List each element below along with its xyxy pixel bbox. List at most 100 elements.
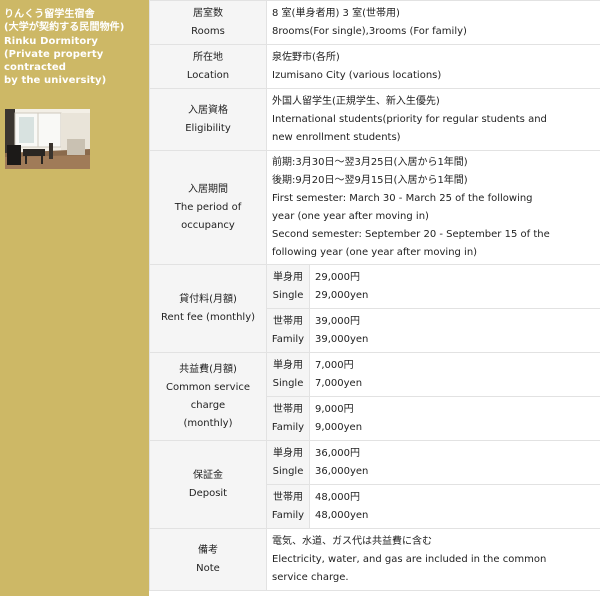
value-ja: 7,000円	[315, 359, 354, 371]
value-en: 39,000yen	[315, 333, 369, 345]
title-line: (大学が契約する民間物件)	[4, 22, 125, 34]
value-line: year (one year after moving in)	[272, 210, 429, 222]
title-line: by the university)	[4, 75, 107, 87]
common-family-type: 世帯用 Family	[266, 396, 310, 441]
row-rent-single: 貸付料(月額) Rent fee (monthly) 単身用 Single 29…	[149, 264, 600, 353]
type-ja: 世帯用	[273, 315, 303, 327]
value-line: 電気、水道、ガス代は共益費に含む	[272, 535, 432, 547]
value-line: service charge.	[272, 571, 349, 583]
room-photo-illustration	[5, 109, 90, 169]
value-line: following year (one year after moving in…	[272, 246, 478, 258]
deposit-family-value: 48,000円 48,000yen	[308, 484, 600, 529]
value-en: 36,000yen	[315, 465, 369, 477]
value-line: 外国人留学生(正規学生、新入生優先)	[272, 95, 440, 107]
value-en: 48,000yen	[315, 509, 369, 521]
note-label-ja: 備考	[198, 544, 218, 556]
value-en: 29,000yen	[315, 289, 369, 301]
value-line: International students(priority for regu…	[272, 113, 547, 125]
type-ja: 単身用	[273, 447, 303, 459]
common-family-value: 9,000円 9,000yen	[308, 396, 600, 441]
deposit-label-en: Deposit	[188, 487, 228, 499]
note-value: 電気、水道、ガス代は共益費に含む Electricity, water, and…	[265, 528, 600, 591]
value-line: 前期:3月30日〜翌3月25日(入居から1年間)	[272, 156, 468, 168]
deposit-single-value: 36,000円 36,000yen	[308, 440, 600, 485]
common-label-en: charge	[190, 399, 226, 411]
type-en: Single	[272, 465, 304, 477]
common-single-value: 7,000円 7,000yen	[308, 352, 600, 397]
type-en: Family	[271, 421, 305, 433]
row-eligibility: 入居資格 Eligibility 外国人留学生(正規学生、新入生優先) Inte…	[149, 88, 600, 151]
value-ja: 48,000円	[315, 491, 360, 503]
type-en: Family	[271, 509, 305, 521]
period-label-ja: 入居期間	[188, 183, 228, 195]
value-ja: 36,000円	[315, 447, 360, 459]
rooms-value: 8 室(単身者用) 3 室(世帯用) 8rooms(For single),3r…	[265, 0, 600, 45]
type-en: Family	[271, 333, 305, 345]
deposit-single-type: 単身用 Single	[266, 440, 310, 485]
value-line: 8 室(単身者用) 3 室(世帯用)	[272, 7, 400, 19]
eligibility-value: 外国人留学生(正規学生、新入生優先) International student…	[265, 88, 600, 151]
type-ja: 世帯用	[273, 403, 303, 415]
deposit-label-ja: 保証金	[193, 469, 223, 481]
title-line: contracted	[4, 62, 67, 74]
eligibility-label-en: Eligibility	[185, 122, 231, 134]
row-period: 入居期間 The period of occupancy 前期:3月30日〜翌3…	[149, 150, 600, 265]
location-label: 所在地 Location	[149, 44, 267, 89]
sidebar: りんくう留学生宿舎 (大学が契約する民間物件) Rinku Dormitory …	[0, 0, 149, 596]
value-line: 泉佐野市(各所)	[272, 51, 340, 63]
common-label-en: Common service	[165, 381, 251, 393]
note-label-en: Note	[196, 562, 220, 574]
value-ja: 9,000円	[315, 403, 354, 415]
rooms-label-ja: 居室数	[193, 7, 223, 19]
period-value: 前期:3月30日〜翌3月25日(入居から1年間) 後期:9月20日〜翌9月15日…	[265, 150, 600, 265]
note-label: 備考 Note	[149, 528, 267, 591]
title-line: Rinku Dormitory	[4, 35, 99, 47]
eligibility-label: 入居資格 Eligibility	[149, 88, 267, 151]
location-label-en: Location	[186, 69, 230, 81]
page: りんくう留学生宿舎 (大学が契約する民間物件) Rinku Dormitory …	[0, 0, 600, 596]
type-ja: 単身用	[273, 359, 303, 371]
rent-family-type: 世帯用 Family	[266, 308, 310, 353]
rooms-label-en: Rooms	[191, 25, 225, 37]
common-label: 共益費(月額) Common service charge (monthly)	[149, 352, 267, 441]
row-deposit-single: 保証金 Deposit 単身用 Single 36,000円 36,000yen	[149, 440, 600, 529]
type-en: Single	[272, 377, 304, 389]
rent-label: 貸付料(月額) Rent fee (monthly)	[149, 264, 267, 353]
value-en: 9,000yen	[315, 421, 363, 433]
value-line: Izumisano City (various locations)	[272, 69, 442, 81]
title-line: りんくう留学生宿舎	[4, 9, 95, 20]
value-ja: 39,000円	[315, 315, 360, 327]
rent-single-type: 単身用 Single	[266, 264, 310, 309]
common-label-ja: 共益費(月額)	[179, 363, 237, 375]
deposit-family-type: 世帯用 Family	[266, 484, 310, 529]
row-location: 所在地 Location 泉佐野市(各所) Izumisano City (va…	[149, 44, 600, 89]
dormitory-title: りんくう留学生宿舎 (大学が契約する民間物件) Rinku Dormitory …	[4, 8, 146, 88]
title-line: (Private property	[4, 48, 104, 60]
type-ja: 世帯用	[273, 491, 303, 503]
deposit-label: 保証金 Deposit	[149, 440, 267, 529]
value-line: Second semester: September 20 - Septembe…	[272, 228, 550, 240]
period-label-en: The period of occupancy	[174, 201, 242, 231]
value-en: 7,000yen	[315, 377, 363, 389]
dormitory-room-photo	[5, 109, 90, 169]
value-ja: 29,000円	[315, 271, 360, 283]
eligibility-label-ja: 入居資格	[188, 104, 228, 116]
rent-family-value: 39,000円 39,000yen	[308, 308, 600, 353]
value-line: Electricity, water, and gas are included…	[272, 553, 547, 565]
location-value: 泉佐野市(各所) Izumisano City (various locatio…	[265, 44, 600, 89]
row-rooms: 居室数 Rooms 8 室(単身者用) 3 室(世帯用) 8rooms(For …	[149, 0, 600, 45]
value-line: 8rooms(For single),3rooms (For family)	[272, 25, 467, 37]
dormitory-info-table: 居室数 Rooms 8 室(単身者用) 3 室(世帯用) 8rooms(For …	[149, 0, 600, 591]
common-label-en: (monthly)	[183, 417, 233, 429]
rooms-label: 居室数 Rooms	[149, 0, 267, 45]
period-label: 入居期間 The period of occupancy	[149, 150, 267, 265]
rent-single-value: 29,000円 29,000yen	[308, 264, 600, 309]
value-line: First semester: March 30 - March 25 of t…	[272, 192, 533, 204]
rent-label-ja: 貸付料(月額)	[179, 293, 237, 305]
type-en: Single	[272, 289, 304, 301]
value-line: 後期:9月20日〜翌9月15日(入居から1年間)	[272, 174, 468, 186]
type-ja: 単身用	[273, 271, 303, 283]
row-note: 備考 Note 電気、水道、ガス代は共益費に含む Electricity, wa…	[149, 528, 600, 591]
common-single-type: 単身用 Single	[266, 352, 310, 397]
row-common-single: 共益費(月額) Common service charge (monthly) …	[149, 352, 600, 441]
